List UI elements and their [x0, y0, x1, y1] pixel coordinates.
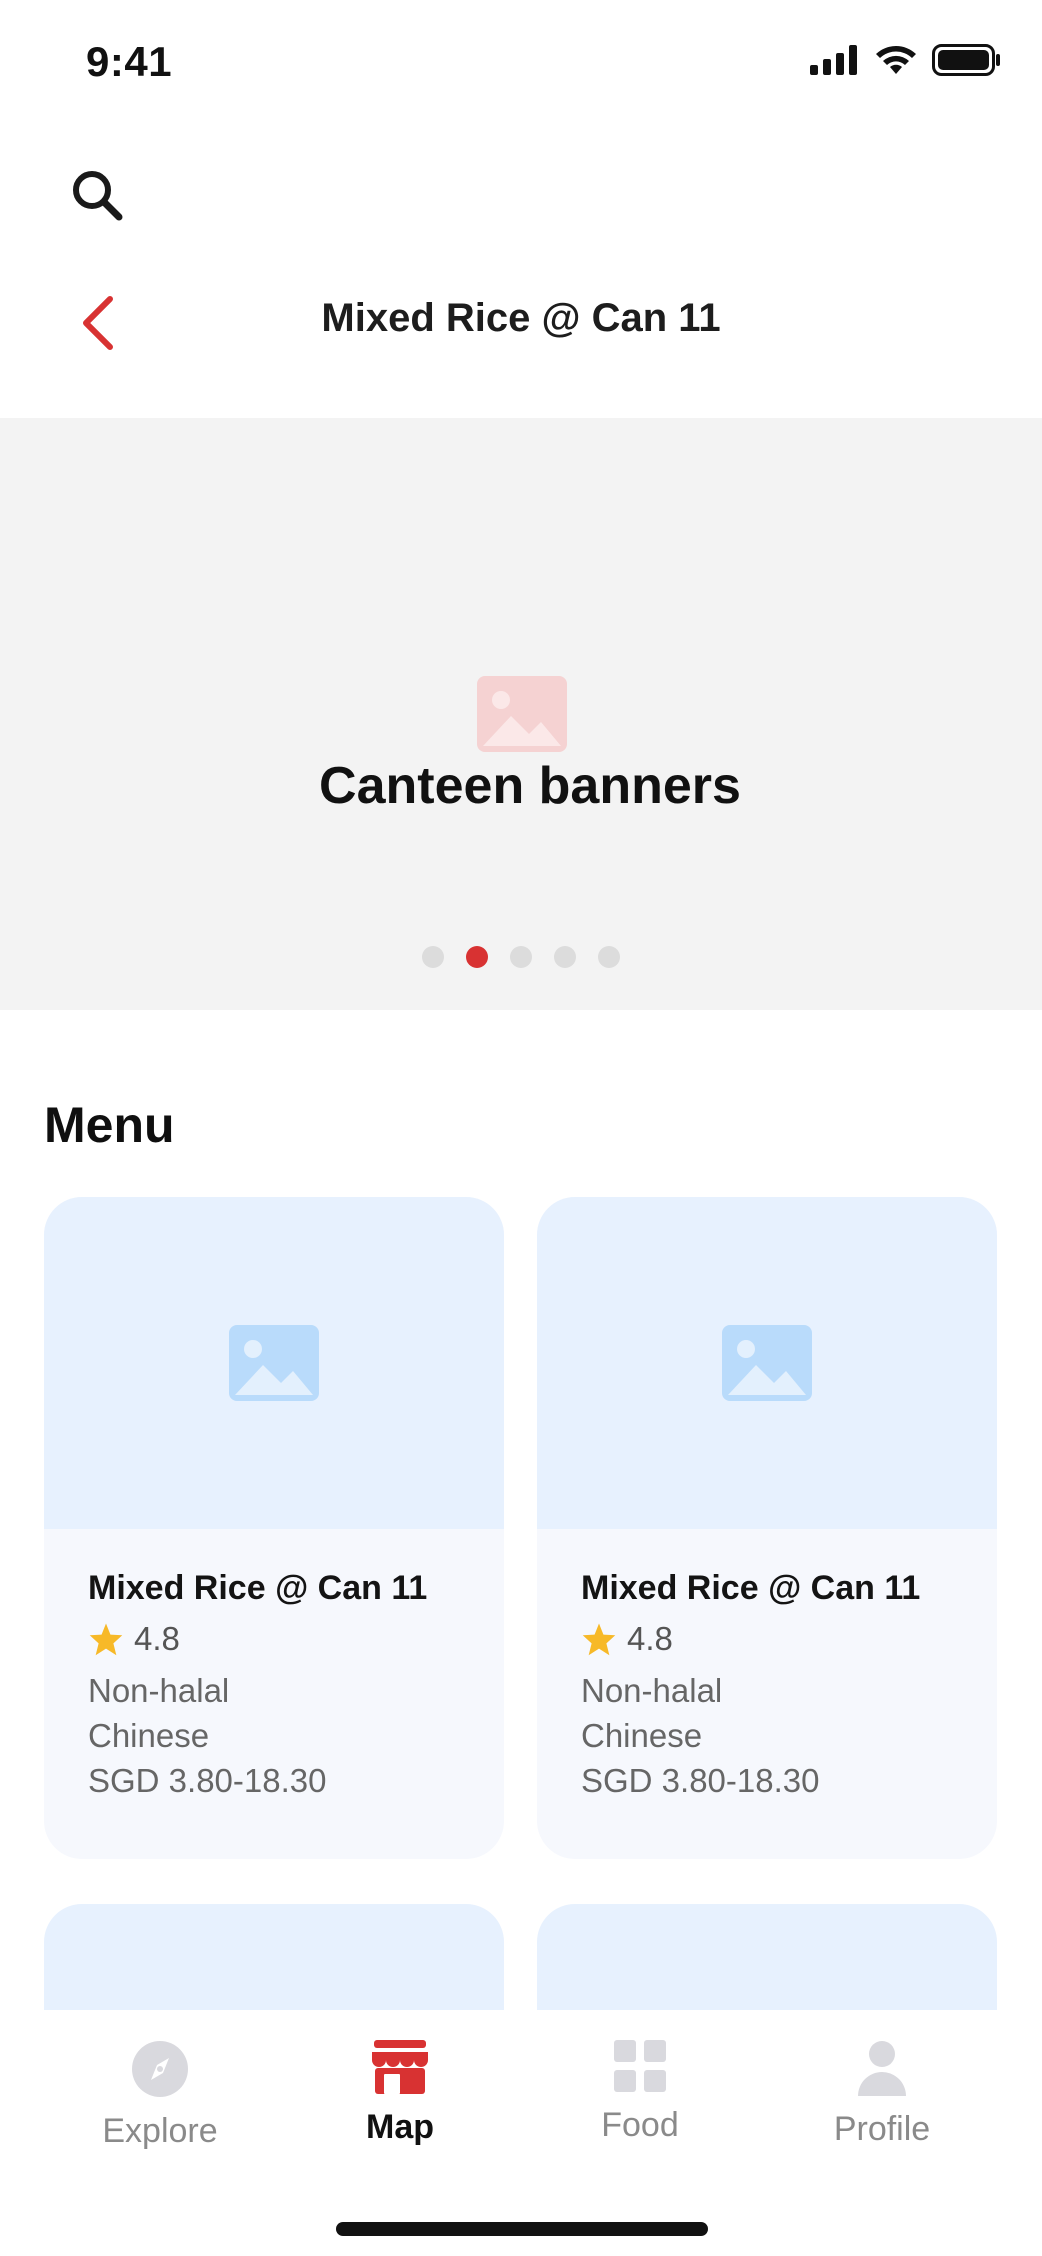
- menu-item-rating: 4.8: [88, 1620, 460, 1658]
- menu-item-title: Mixed Rice @ Can 11: [88, 1569, 428, 1607]
- carousel-dot[interactable]: [422, 946, 444, 968]
- cuisine: Chinese: [88, 1717, 210, 1754]
- nav-item-map[interactable]: Map: [280, 2040, 520, 2147]
- user-icon: [858, 2041, 906, 2096]
- menu-item-card[interactable]: Mixed Rice @ Can 11 4.8 Non-halal Chines…: [44, 1197, 504, 1859]
- carousel-dot[interactable]: [554, 946, 576, 968]
- search-icon: [73, 171, 123, 221]
- halal-status: Non-halal: [88, 1672, 230, 1709]
- menu-item-image: [44, 1197, 504, 1529]
- menu-item-rating: 4.8: [581, 1620, 953, 1658]
- status-time: 9:41: [86, 38, 173, 85]
- wifi-icon: [876, 46, 916, 74]
- grid-icon: [614, 2040, 666, 2092]
- price-range: SGD 3.80-18.30: [581, 1762, 820, 1799]
- page-title: Mixed Rice @ Can 11: [321, 296, 721, 340]
- signal-icon: [810, 45, 857, 75]
- nav-item-explore[interactable]: Explore: [40, 2040, 280, 2151]
- nav-item-food[interactable]: Food: [520, 2040, 760, 2145]
- cuisine: Chinese: [581, 1717, 703, 1754]
- star-icon: [582, 1623, 616, 1656]
- price-range: SGD 3.80-18.30: [88, 1762, 327, 1799]
- halal-status: Non-halal: [581, 1672, 723, 1709]
- image-placeholder-icon: [722, 1325, 812, 1401]
- rating-value: 4.8: [627, 1620, 673, 1657]
- status-icons: [810, 44, 1002, 76]
- banner-text: Canteen banners: [319, 757, 741, 815]
- menu-item-card[interactable]: Mixed Rice @ Can 11 4.8 Non-halal Chines…: [537, 1197, 997, 1859]
- nav-label: Profile: [833, 2110, 931, 2148]
- compass-icon: [132, 2041, 188, 2097]
- menu-heading: Menu: [44, 1097, 175, 1153]
- carousel-dot-active[interactable]: [466, 946, 488, 968]
- rating-value: 4.8: [134, 1620, 180, 1657]
- home-indicator: [336, 2222, 708, 2236]
- nav-label-active: Map: [366, 2108, 434, 2146]
- nav-item-profile[interactable]: Profile: [762, 2040, 1002, 2149]
- menu-item-title: Mixed Rice @ Can 11: [581, 1569, 921, 1607]
- carousel-dot[interactable]: [598, 946, 620, 968]
- star-icon: [89, 1623, 123, 1656]
- nav-label: Food: [601, 2106, 679, 2144]
- nav-label: Explore: [102, 2112, 218, 2150]
- carousel-dots: [0, 946, 1042, 968]
- storefront-icon: [372, 2040, 428, 2094]
- menu-item-image: [537, 1197, 997, 1529]
- search-button[interactable]: [62, 160, 132, 230]
- carousel-dot[interactable]: [510, 946, 532, 968]
- battery-icon: [932, 44, 1000, 76]
- image-placeholder-icon: [477, 676, 567, 752]
- image-placeholder-icon: [229, 1325, 319, 1401]
